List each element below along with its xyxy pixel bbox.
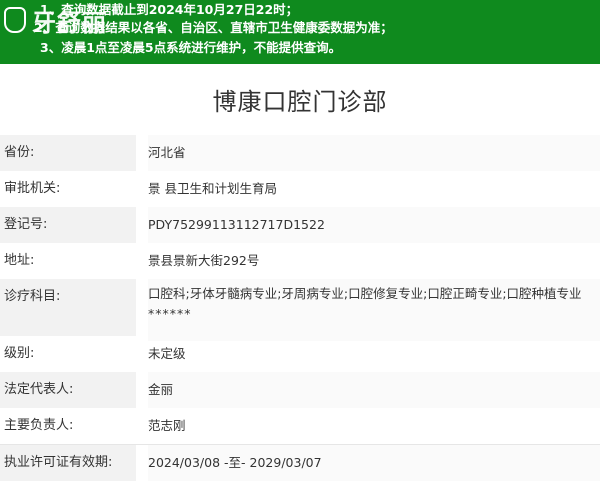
row-value: 景 县卫生和计划生育局 — [148, 181, 277, 196]
info-row-legal-representative: 法定代表人: 金丽 — [0, 372, 600, 408]
row-value: 金丽 — [148, 372, 600, 408]
row-label: 诊疗科目: — [0, 279, 136, 336]
departments-text: 口腔科;牙体牙髓病专业;牙周病专业;口腔修复专业;口腔正畸专业;口腔种植专业 — [148, 286, 582, 301]
tooth-icon — [4, 7, 26, 33]
info-row-registration-number: 登记号: PDY75299113112717D1522 — [0, 207, 600, 243]
notice-line-2: 2、查询数据结果以各省、自治区、直辖市卫生健康委数据为准； — [34, 20, 393, 35]
page-title: 博康口腔门诊部 — [212, 88, 388, 116]
info-row-approval-authority: 审批机关: 景 县卫生和计划生育局 — [0, 171, 600, 207]
notice-line-1: 1、查询数据截止到2024年10月27日22时； — [40, 2, 299, 17]
info-row-province: 省份: 河北省 — [0, 135, 600, 171]
info-table: 省份: 河北省 审批机关: 景 县卫生和计划生育局 登记号: PDY752991… — [0, 135, 600, 481]
row-label: 法定代表人: — [0, 372, 136, 408]
row-label: 登记号: — [0, 207, 136, 243]
row-label: 级别: — [4, 346, 35, 361]
info-row-departments: 诊疗科目: 口腔科;牙体牙髓病专业;牙周病专业;口腔修复专业;口腔正畸专业;口腔… — [0, 279, 600, 341]
info-row-level: 级别: 未定级 — [0, 336, 600, 372]
departments-masked-text: ****** — [148, 306, 192, 321]
row-label: 审批机关: — [4, 181, 61, 196]
row-value: 景县景新大街292号 — [148, 253, 260, 268]
notice-line-3: 3、凌晨1点至凌晨5点系统进行维护，不能提供查询。 — [40, 40, 342, 55]
row-label: 省份: — [0, 135, 136, 171]
row-value: PDY75299113112717D1522 — [148, 207, 600, 243]
row-value: 河北省 — [148, 135, 600, 171]
row-label: 主要负责人: — [4, 418, 74, 433]
info-row-address: 地址: 景县景新大街292号 — [0, 243, 600, 279]
info-row-principal: 主要负责人: 范志刚 — [0, 408, 600, 444]
notice-banner: 牙舒丽 1、查询数据截止到2024年10月27日22时； 2、查询数据结果以各省… — [0, 0, 600, 64]
info-row-license-validity: 执业许可证有效期: 2024/03/08 -至- 2029/03/07 — [0, 444, 600, 481]
row-value: 口腔科;牙体牙髓病专业;牙周病专业;口腔修复专业;口腔正畸专业;口腔种植专业 *… — [148, 279, 600, 341]
row-label: 地址: — [4, 253, 35, 268]
row-value: 范志刚 — [148, 418, 186, 433]
row-value: 未定级 — [148, 346, 186, 361]
